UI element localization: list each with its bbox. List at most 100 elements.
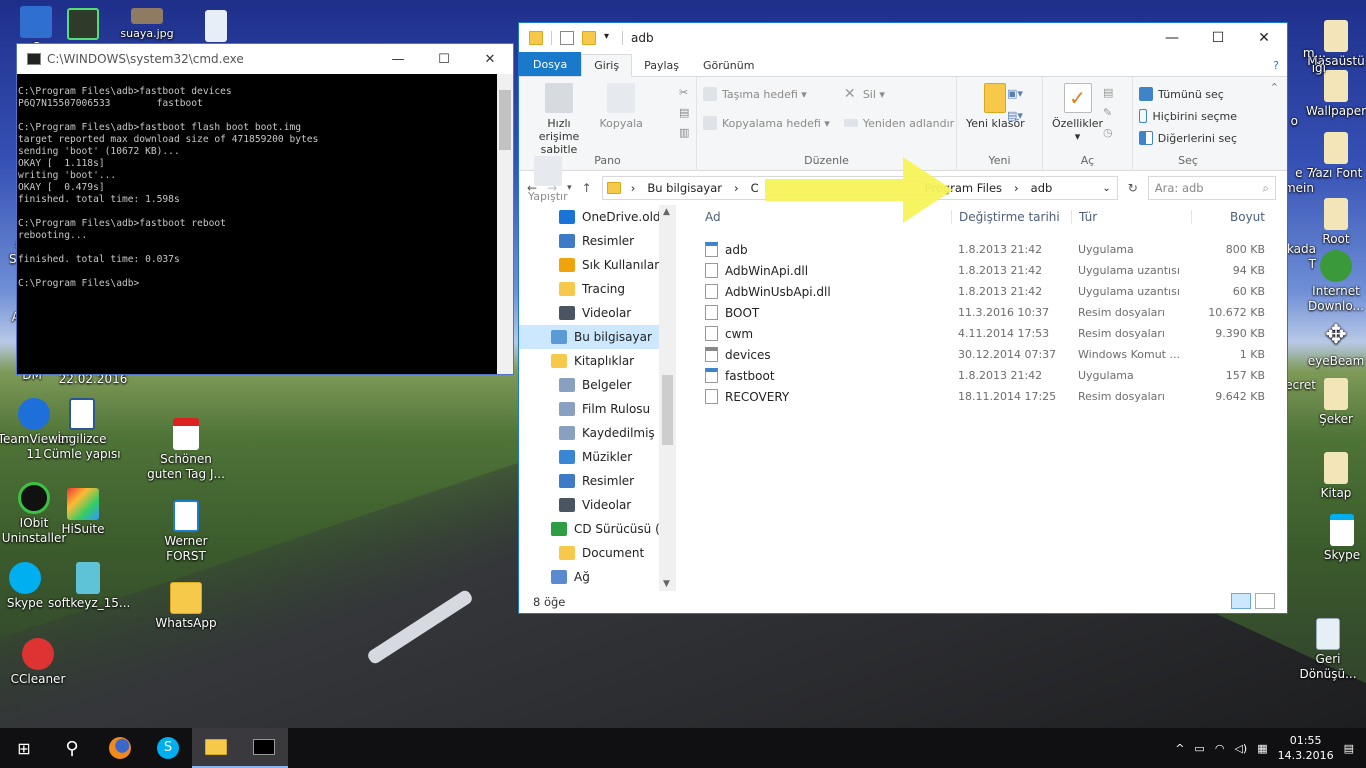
volume-icon[interactable]: ◁) [1234,742,1247,755]
chevron-up-icon[interactable]: ^ [1175,742,1184,755]
desktop-icon-softkeyz[interactable]: softkeyz_15... [48,562,130,611]
nav-scrollbar[interactable]: ▲ ▼ [659,205,676,591]
nav-item[interactable]: Resimler [519,229,675,253]
desktop-icon-root[interactable]: Root [1296,198,1366,247]
navigation-pane[interactable]: OneDrive.old Resimler Sık Kullanılanlar Tra… [519,205,675,591]
rename-button[interactable]: Yeniden adlandır [843,112,954,134]
tab-view[interactable]: Görünüm [691,55,766,76]
scroll-down-icon[interactable]: ▼ [663,579,670,589]
help-icon[interactable]: ? [1265,55,1287,76]
desktop-icon-werner[interactable]: Werner FORST [146,500,226,564]
refresh-icon[interactable]: ↻ [1128,181,1138,195]
desktop-icon-ingilizce[interactable]: İngilizce Cümle yapısı [42,398,122,462]
properties-quick-icon[interactable] [560,31,574,45]
file-row[interactable]: AdbWinUsbApi.dll 1.8.2013 21:42 Uygulama u… [685,281,1279,302]
tab-home[interactable]: Giriş [581,54,633,77]
desktop-icon-suaya[interactable]: suaya.jpg [107,8,187,41]
file-row[interactable]: AdbWinApi.dll 1.8.2013 21:42 Uygulama uzan… [685,260,1279,281]
file-row[interactable]: BOOT 11.3.2016 10:37 Resim dosyaları 10.672… [685,302,1279,323]
desktop-icon-eyebeam[interactable]: ✥ eyeBeam [1296,320,1366,369]
desktop-icon-whatsapp[interactable]: WhatsApp [146,582,226,631]
nav-item[interactable]: CD Sürücüsü (F:) [519,517,675,541]
copy-to-button[interactable]: Kopyalama hedefi ▾ [703,112,830,134]
taskbar-cmd[interactable] [240,728,288,768]
cmd-output[interactable]: C:\Program Files\adb>fastboot devices P6… [17,74,497,374]
cmd-titlebar[interactable]: C:\WINDOWS\system32\cmd.exe — ☐ ✕ [17,44,513,74]
details-view-button[interactable] [1231,593,1251,609]
desktop-icon-kitap[interactable]: Kitap [1296,452,1366,501]
nav-item[interactable]: Videolar [519,493,675,517]
column-date[interactable]: Değiştirme tarihi [951,210,1071,224]
desktop-icon-ccleaner[interactable]: CCleaner [0,638,78,687]
nav-item[interactable]: Tracing [519,277,675,301]
explorer-titlebar[interactable]: ▾ adb — ☐ ✕ [519,23,1287,53]
select-all-button[interactable]: Tümünü seç [1139,83,1237,105]
close-button[interactable]: ✕ [1241,30,1287,46]
nav-item[interactable]: Sık Kullanılanlar [519,253,675,277]
nav-item[interactable]: Kaydedilmiş Re [519,421,675,445]
minimize-button[interactable]: — [1149,30,1195,46]
nav-item[interactable]: Bu bilgisayar [519,325,675,349]
close-button[interactable]: ✕ [467,52,513,67]
nav-item[interactable]: Belgeler [519,373,675,397]
select-none-button[interactable]: Hiçbirini seçme [1139,105,1237,127]
taskbar-firefox[interactable] [96,728,144,768]
start-button[interactable]: ⊞ [0,728,48,768]
clock[interactable]: 01:55 14.3.2016 [1278,733,1334,763]
battery-icon[interactable]: ▭ [1194,742,1204,755]
nav-item[interactable]: Videolar [519,301,675,325]
new-folder-quick-icon[interactable] [582,31,596,45]
file-row[interactable]: adb 1.8.2013 21:42 Uygulama 800 KB [685,239,1279,260]
search-button[interactable]: ⚲ [48,728,96,768]
nav-item[interactable]: Kitaplıklar [519,349,675,373]
desktop-icon-doc[interactable] [176,10,256,44]
scrollbar-thumb[interactable] [499,90,511,150]
new-item-icon[interactable]: ▣▾ ▤▾ [1007,83,1023,127]
action-center-icon[interactable]: ▤ [1344,742,1354,755]
properties-button[interactable]: ✓ Özellikler ▾ [1052,83,1103,143]
scrollbar-thumb[interactable] [662,375,673,445]
maximize-button[interactable]: ☐ [421,52,467,67]
pin-button[interactable]: Hızlı erişime sabitle [528,83,590,156]
file-row[interactable]: devices 30.12.2014 07:37 Windows Komut ...… [685,344,1279,365]
invert-selection-button[interactable]: Diğerlerini seç [1139,127,1237,149]
nav-item[interactable]: Ağ [519,565,675,589]
cmd-scrollbar[interactable] [497,74,513,374]
nav-item[interactable]: Müzikler [519,445,675,469]
nav-item[interactable]: OneDrive.old [519,205,675,229]
maximize-button[interactable]: ☐ [1195,30,1241,46]
desktop-icon-skype-right[interactable]: Skype [1302,514,1366,563]
nav-item[interactable]: Resimler [519,469,675,493]
large-icons-view-button[interactable] [1255,593,1275,609]
collapse-ribbon-icon[interactable]: ⌃ [1262,77,1287,170]
keyboard-icon[interactable]: ▦ [1257,742,1267,755]
open-icon[interactable]: ▤ ✎ ◷ [1103,83,1113,143]
search-box[interactable]: Ara: adb ⌕ [1147,176,1276,200]
breadcrumb-this-pc[interactable]: Bu bilgisayar [641,181,728,195]
tab-file[interactable]: Dosya [519,52,582,76]
desktop-icon-recycle-bin[interactable]: Geri Dönüşü... [1288,618,1366,682]
column-type[interactable]: Tür [1071,210,1191,224]
taskbar-file-explorer[interactable] [192,728,240,768]
copy-button[interactable]: Kopyala [600,83,643,130]
up-icon[interactable]: ↑ [582,181,592,195]
file-row[interactable]: fastboot 1.8.2013 21:42 Uygulama 157 KB [685,365,1279,386]
move-to-button[interactable]: Taşıma hedefi ▾ [703,83,830,105]
chevron-down-icon[interactable]: ▾ [604,31,614,45]
scroll-up-icon[interactable]: ▲ [663,207,670,217]
desktop-icon-wallpaper[interactable]: Wallpaper [1296,70,1366,119]
tab-share[interactable]: Paylaş [632,55,691,76]
breadcrumb-c[interactable]: C [745,181,765,195]
address-dropdown-icon[interactable]: ⌄ [1096,183,1116,194]
explorer-window[interactable]: ▾ adb — ☐ ✕ Dosya Giriş Paylaş Görünüm ?… [518,22,1288,614]
cmd-window[interactable]: C:\WINDOWS\system32\cmd.exe — ☐ ✕ C:\Pro… [16,43,514,375]
desktop-icon-hisuite[interactable]: HiSuite [43,488,123,537]
delete-button[interactable]: ✕ Sil ▾ [844,83,954,105]
breadcrumb-adb[interactable]: adb [1025,181,1059,195]
nav-item[interactable]: Film Rulosu [519,397,675,421]
wifi-icon[interactable]: ◠ [1215,742,1225,755]
file-row[interactable]: RECOVERY 18.11.2014 17:25 Resim dosyaları 9… [685,386,1279,407]
column-size[interactable]: Boyut [1191,210,1271,224]
file-row[interactable]: cwm 4.11.2014 17:53 Resim dosyaları 9.390 K… [685,323,1279,344]
cut-icon[interactable]: ✂ ▤ ▥ [679,83,689,143]
